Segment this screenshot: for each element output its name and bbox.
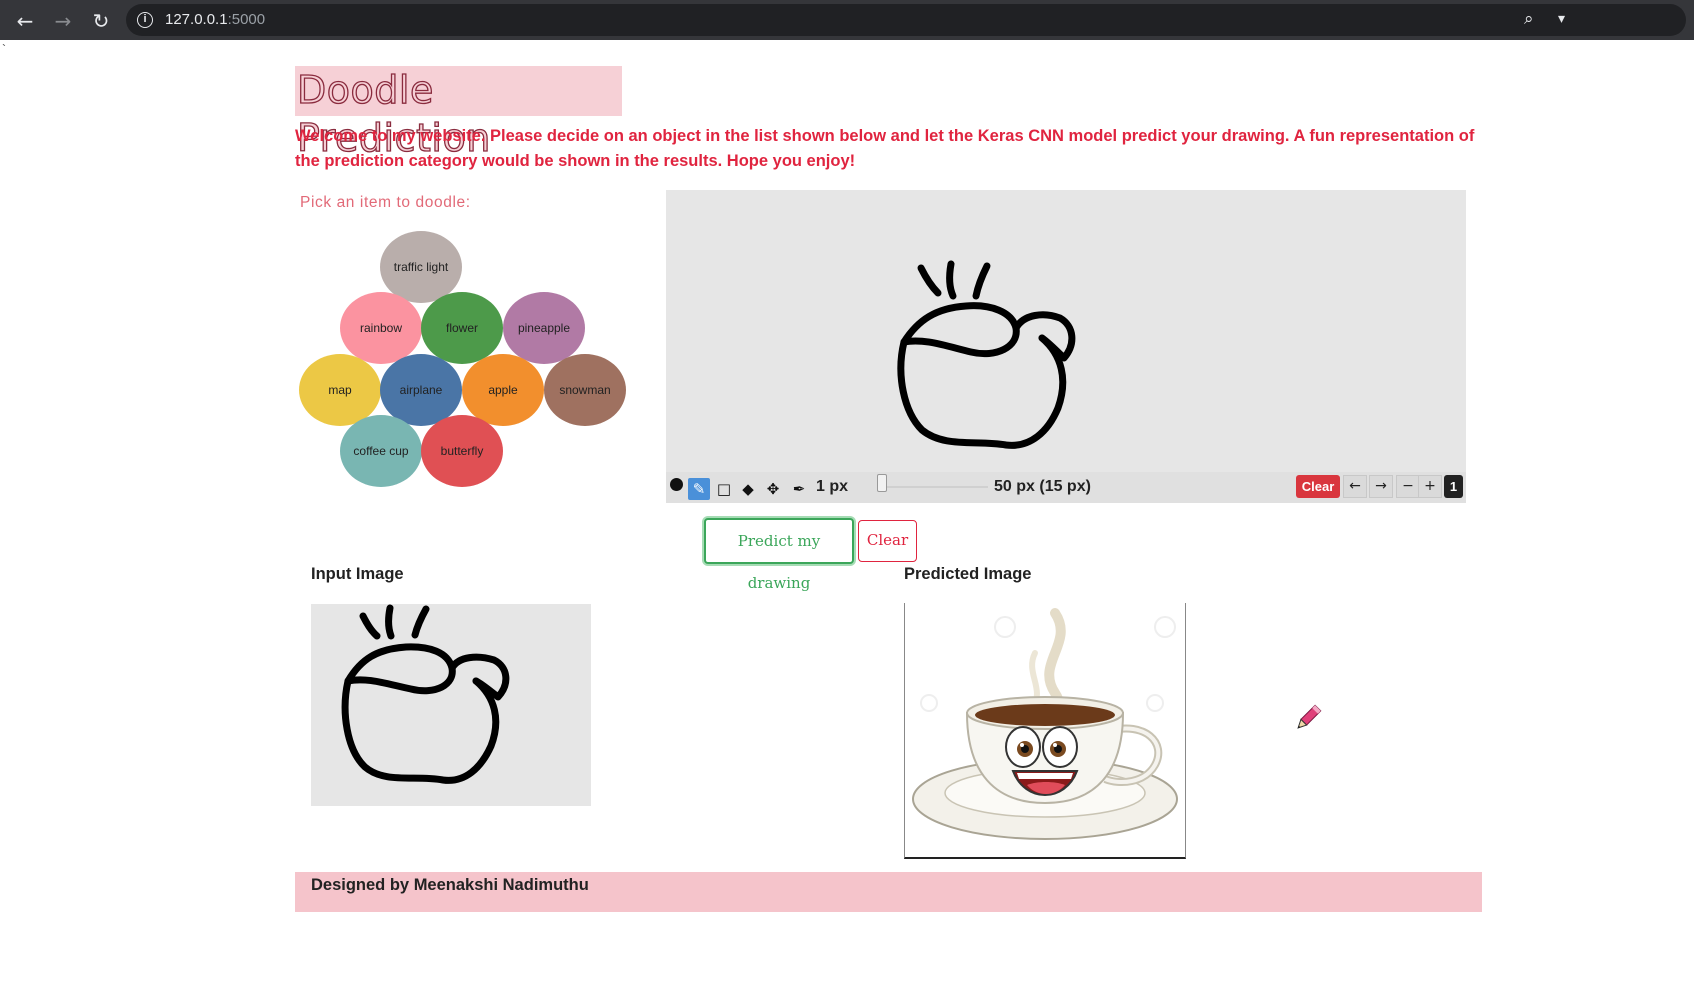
- intro-text: Welcome to my website. Please decide on …: [295, 127, 1475, 170]
- url-text[interactable]: 127.0.0.1:5000: [165, 11, 265, 28]
- zoom-icon[interactable]: ⌕: [1524, 9, 1534, 29]
- page-title: Doodle Prediction: [295, 66, 622, 161]
- item-bubble-traffic-light[interactable]: traffic light: [380, 231, 462, 303]
- address-bar[interactable]: i 127.0.0.1:5000 ⌕ ▾: [126, 4, 1686, 36]
- size-readout: 50 px (15 px): [994, 478, 1091, 495]
- predicted-image-label: Predicted Image: [904, 565, 1032, 583]
- brush-size-slider-handle[interactable]: [877, 474, 887, 492]
- brush-size-slider-track[interactable]: [878, 486, 988, 488]
- url-host: 127.0.0.1: [165, 11, 228, 28]
- rectangle-icon[interactable]: □: [713, 478, 735, 500]
- item-bubble-flower[interactable]: flower: [421, 292, 503, 364]
- browser-toolbar: ← → ↻ i 127.0.0.1:5000 ⌕ ▾: [0, 0, 1694, 40]
- toolbar-clear-button[interactable]: Clear: [1296, 475, 1340, 498]
- item-bubble-coffee-cup[interactable]: coffee cup: [340, 415, 422, 487]
- canvas-toolbar: ✎ □ ◆ ✥ ✒ 1 px 50 px (15 px) Clear ← → −…: [666, 472, 1466, 503]
- predict-button[interactable]: Predict my drawing: [704, 518, 854, 592]
- forward-arrow-icon[interactable]: →: [50, 8, 76, 34]
- pencil-cursor-icon: [1297, 704, 1322, 729]
- url-port: :5000: [227, 11, 266, 28]
- brush-size-label: 1 px: [816, 478, 849, 495]
- stray-character: `: [2, 42, 6, 56]
- item-bubble-apple[interactable]: apple: [462, 354, 544, 426]
- drawing-canvas[interactable]: [666, 190, 1466, 472]
- coffee-cup-cartoon-icon: [912, 608, 1178, 840]
- input-doodle-drawing: [341, 604, 510, 784]
- site-info-icon[interactable]: i: [137, 12, 153, 28]
- item-bubble-snowman[interactable]: snowman: [544, 354, 626, 426]
- clear-button[interactable]: Clear: [858, 520, 917, 562]
- pick-item-label: Pick an item to doodle:: [300, 194, 471, 211]
- pencil-icon[interactable]: ✎: [688, 478, 710, 500]
- back-arrow-icon[interactable]: ←: [12, 8, 38, 34]
- item-bubble-airplane[interactable]: airplane: [380, 354, 462, 426]
- item-bubble-rainbow[interactable]: rainbow: [340, 292, 422, 364]
- predicted-image: [904, 603, 1186, 859]
- item-bubble-pineapple[interactable]: pineapple: [503, 292, 585, 364]
- eraser-icon[interactable]: ◆: [737, 478, 759, 500]
- item-bubble-butterfly[interactable]: butterfly: [421, 415, 503, 487]
- zoom-level-badge: 1: [1444, 475, 1463, 498]
- zoom-in-button[interactable]: +: [1418, 475, 1442, 498]
- color-swatch-icon[interactable]: [670, 478, 683, 491]
- footer: Designed by Meenakshi Nadimuthu: [295, 872, 1482, 912]
- item-bubble-map[interactable]: map: [299, 354, 381, 426]
- eyedropper-icon[interactable]: ✒: [788, 478, 810, 500]
- coffee-cup-doodle: [897, 260, 1076, 449]
- redo-button[interactable]: →: [1369, 475, 1393, 498]
- zoom-out-button[interactable]: −: [1396, 475, 1420, 498]
- undo-button[interactable]: ←: [1343, 475, 1367, 498]
- input-image-label: Input Image: [311, 565, 404, 583]
- chevron-down-icon[interactable]: ▾: [1558, 10, 1565, 27]
- footer-credit: Designed by Meenakshi Nadimuthu: [311, 876, 589, 894]
- move-icon[interactable]: ✥: [762, 478, 784, 500]
- input-image: [311, 604, 591, 806]
- reload-icon[interactable]: ↻: [88, 8, 114, 34]
